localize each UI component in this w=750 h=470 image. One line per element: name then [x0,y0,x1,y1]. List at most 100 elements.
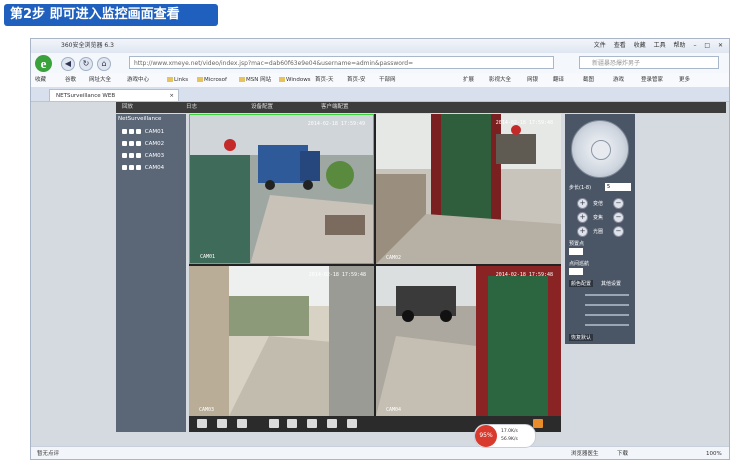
camera-icon [122,153,127,158]
ptz-direction-pad[interactable] [571,120,629,178]
ptz-control-panel: 步长(1-8) 5 + 变倍 − + 变焦 − + 光圈 − 预置点 点间巡航 … [565,114,635,344]
fav-bank[interactable]: 网银 [527,73,538,87]
home-icon[interactable]: ⌂ [97,57,111,71]
url-input[interactable]: http://www.xmeye.net/video/index.jsp?mac… [129,56,554,69]
camera-label: CAM03 [144,153,165,159]
fav-home-tian[interactable]: 首页-天 [315,73,334,87]
fav-links[interactable]: Links [174,77,188,83]
fullscreen-icon[interactable] [197,419,207,428]
volume-icon[interactable] [533,419,543,428]
cruise-input[interactable] [569,268,583,275]
fav-home-an[interactable]: 首页-安 [347,73,366,87]
play-icon[interactable] [136,153,141,158]
focus-out-button[interactable]: − [613,212,624,223]
menu-view[interactable]: 查看 [614,42,626,49]
refresh-icon[interactable]: ↻ [79,57,93,71]
settings-icon[interactable] [347,419,357,428]
quad-view-icon[interactable] [237,419,247,428]
single-view-icon[interactable] [217,419,227,428]
talk-icon[interactable] [307,419,317,428]
status-bar: 暂无点评 浏览器医生 下载 100% [31,446,729,459]
fav-cadre[interactable]: 干部网 [379,73,396,87]
camera-item-cam03[interactable]: CAM03 [122,152,164,160]
snapshot-icon[interactable] [269,419,279,428]
folder-icon [197,77,203,82]
feed-timestamp: 2014-02-18 17:59:48 [495,272,553,278]
app-top-menu: 回放 日志 设备配置 客户端配置 [116,102,726,113]
play-icon[interactable] [136,141,141,146]
ptz-center-button[interactable] [591,140,611,160]
menu-favorites[interactable]: 收藏 [634,42,646,49]
zoom-in-button[interactable]: + [577,198,588,209]
fav-google[interactable]: 谷歌 [65,73,76,87]
zoom-level[interactable]: 100% [706,447,722,459]
download-link[interactable]: 下载 [617,447,628,459]
stop-icon[interactable] [327,419,337,428]
status-comment[interactable]: 暂无点评 [37,447,59,459]
fav-collect[interactable]: 收藏 [35,73,46,87]
menu-tools[interactable]: 工具 [654,42,666,49]
fav-microsoft[interactable]: Microsof [204,77,227,83]
record-icon[interactable] [287,419,297,428]
search-input[interactable]: 新疆暴恐爆炸男子 [579,56,719,69]
fav-game[interactable]: 游戏 [613,73,624,87]
camera-item-cam04[interactable]: CAM04 [122,164,164,172]
menu-log[interactable]: 日志 [186,102,197,113]
camera-item-cam02[interactable]: CAM02 [122,140,164,148]
preset-input[interactable] [569,248,583,255]
video-feed-cam03[interactable]: 2014-02-18 17:59:48 CAM03 [189,266,374,416]
record-icon[interactable] [129,141,134,146]
fav-games[interactable]: 游戏中心 [127,73,149,87]
zoom-out-button[interactable]: − [613,198,624,209]
menu-file[interactable]: 文件 [594,42,606,49]
camera-scene-truck [190,115,373,263]
menu-client-config[interactable]: 客户端配置 [321,102,349,113]
fav-windows[interactable]: Windows [286,77,311,83]
fav-msn[interactable]: MSN 网站 [246,77,271,83]
step-length-select[interactable]: 5 [605,183,631,191]
camera-item-cam01[interactable]: CAM01 [122,128,164,136]
folder-icon [167,77,173,82]
play-icon[interactable] [136,129,141,134]
iris-close-button[interactable]: − [613,226,624,237]
saturation-slider[interactable] [585,314,629,316]
record-icon[interactable] [129,165,134,170]
focus-in-button[interactable]: + [577,212,588,223]
close-tab-icon[interactable]: × [169,90,174,102]
fav-translate[interactable]: 翻译 [553,73,564,87]
tab-color-config[interactable]: 颜色配置 [569,280,594,287]
fav-sites[interactable]: 网址大全 [89,73,111,87]
video-feed-cam01[interactable]: 2014-02-18 17:59:49 CAM01 [189,114,374,264]
menu-device-config[interactable]: 设备配置 [251,102,273,113]
fav-login[interactable]: 登录管家 [641,73,663,87]
step-length-label: 步长(1-8) [569,185,592,191]
fav-more[interactable]: 更多 [679,73,690,87]
tree-title: NetSurveillance [118,116,162,122]
record-icon[interactable] [129,153,134,158]
browser-doctor-link[interactable]: 浏览器医生 [571,447,599,459]
contrast-slider[interactable] [585,304,629,306]
fav-movies[interactable]: 影视大全 [489,73,511,87]
back-icon[interactable]: ◀ [61,57,75,71]
tab-netsurveillance[interactable]: NETSurveillance WEB × [49,89,179,101]
close-icon[interactable]: ✕ [718,42,723,49]
fav-extensions[interactable]: 扩展 [463,73,474,87]
video-feed-cam04[interactable]: 2014-02-18 17:59:48 CAM04 [376,266,561,416]
network-speed-widget[interactable]: 95% 17.0K/s 56.9K/s [474,424,536,448]
web-content: 回放 日志 设备配置 客户端配置 NetSurveillance CAM01 C… [31,102,729,446]
hue-slider[interactable] [585,324,629,326]
maximize-icon[interactable]: □ [704,42,710,49]
menu-playback[interactable]: 回放 [122,102,133,113]
record-icon[interactable] [129,129,134,134]
restore-default-button[interactable]: 恢复默认 [569,334,594,341]
play-icon[interactable] [136,165,141,170]
tab-other-settings[interactable]: 其他设置 [601,280,621,287]
camera-label: CAM01 [144,129,165,135]
video-feed-cam02[interactable]: 2014-02-18 17:59:48 CAM02 [376,114,561,264]
brightness-slider[interactable] [585,294,629,296]
camera-icon [122,129,127,134]
menu-help[interactable]: 帮助 [674,42,686,49]
iris-open-button[interactable]: + [577,226,588,237]
fav-screenshot[interactable]: 截图 [583,73,594,87]
minimize-icon[interactable]: – [693,42,696,49]
